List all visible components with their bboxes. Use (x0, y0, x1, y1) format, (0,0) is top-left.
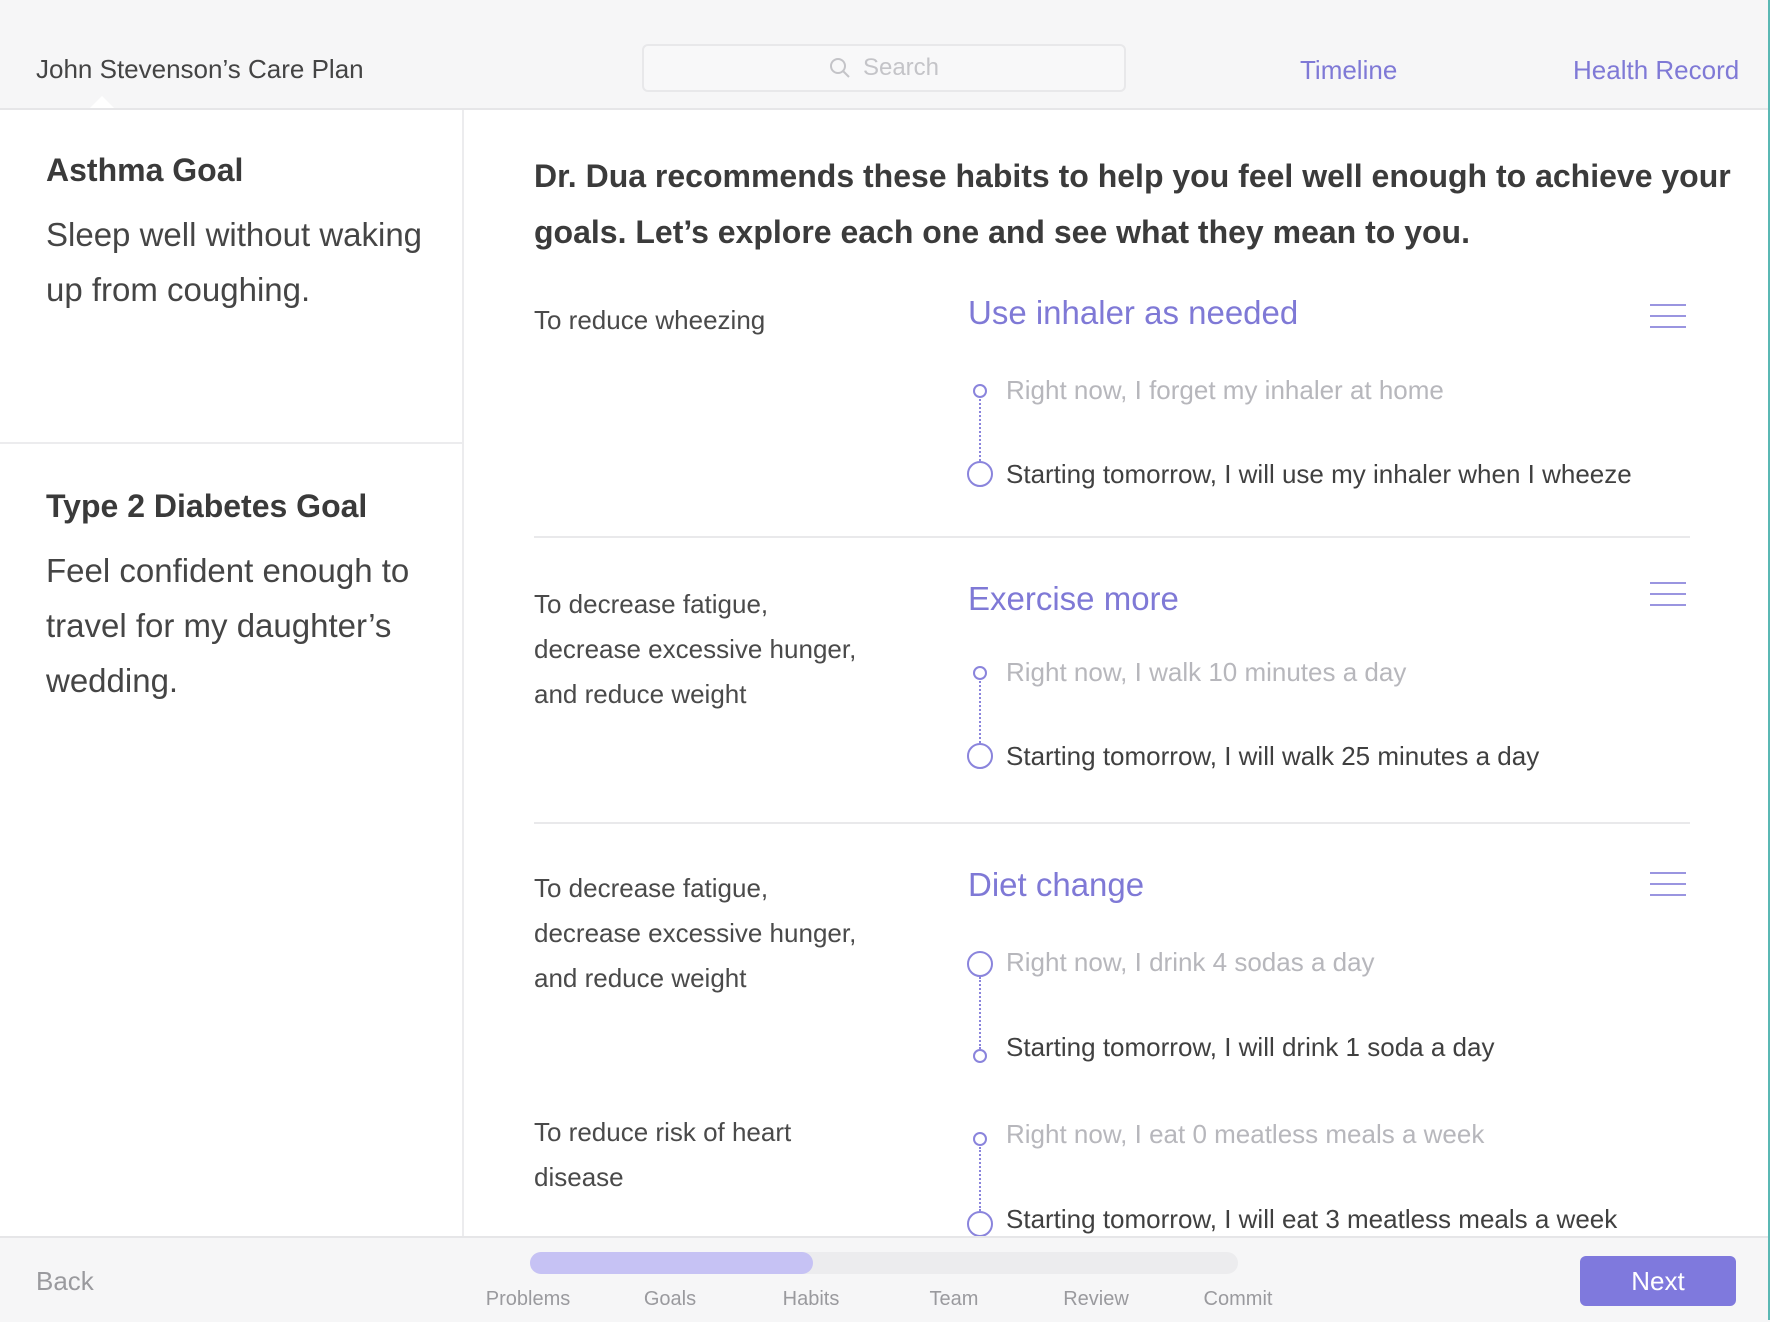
future-state-node (967, 1211, 993, 1237)
goal-description: Sleep well without waking up from coughi… (46, 216, 423, 308)
habit-current-state: Right now, I drink 4 sodas a day (1006, 947, 1375, 977)
habit-title-inhaler[interactable]: Use inhaler as needed (968, 294, 1298, 332)
timeline-connector (979, 1147, 981, 1211)
habit-title-diet[interactable]: Diet change (968, 866, 1144, 904)
drag-handle-icon[interactable] (1650, 304, 1686, 330)
habit-future-state: Starting tomorrow, I will eat 3 meatless… (1006, 1204, 1618, 1234)
habit-future-state: Starting tomorrow, I will use my inhaler… (1006, 459, 1632, 489)
future-state-node (973, 1049, 987, 1063)
habit-current-state: Right now, I forget my inhaler at home (1006, 375, 1444, 405)
timeline-connector (979, 681, 981, 743)
habit-future-state: Starting tomorrow, I will walk 25 minute… (1006, 741, 1540, 771)
row-divider (534, 536, 1690, 538)
back-button[interactable]: Back (36, 1266, 94, 1297)
sidebar-divider (0, 442, 462, 444)
habit-reason: To decrease fatigue, decrease excessive … (534, 589, 857, 709)
step-goals[interactable]: Goals (644, 1288, 696, 1311)
nav-timeline-link[interactable]: Timeline (1300, 55, 1397, 86)
intro-text: Dr. Dua recommends these habits to help … (534, 158, 1731, 250)
future-state-node (967, 743, 993, 769)
habit-future-state: Starting tomorrow, I will drink 1 soda a… (1006, 1032, 1495, 1062)
drag-handle-icon[interactable] (1650, 872, 1686, 898)
current-state-node (973, 384, 987, 398)
habit-reason: To reduce wheezing (534, 305, 766, 335)
step-commit[interactable]: Commit (1204, 1288, 1273, 1311)
habit-title-exercise[interactable]: Exercise more (968, 580, 1179, 618)
habits-panel: Dr. Dua recommends these habits to help … (464, 110, 1770, 1237)
step-habits[interactable]: Habits (783, 1288, 840, 1311)
progress-fill (530, 1252, 814, 1274)
row-divider (534, 822, 1690, 824)
search-placeholder: Search (862, 54, 940, 81)
current-state-node (967, 951, 993, 977)
goal-title: Asthma Goal (46, 152, 244, 188)
timeline-connector (979, 977, 981, 1049)
title-caret-indicator (90, 96, 114, 108)
habit-reason: To reduce risk of heart disease (534, 1117, 792, 1192)
search-icon (829, 58, 850, 78)
nav-health-record-link[interactable]: Health Record (1573, 55, 1739, 86)
step-problems[interactable]: Problems (486, 1288, 570, 1311)
goal-card-diabetes[interactable]: Type 2 Diabetes Goal Feel confident enou… (46, 488, 436, 708)
step-review[interactable]: Review (1063, 1288, 1129, 1311)
drag-handle-icon[interactable] (1650, 582, 1686, 608)
future-state-node (967, 461, 993, 487)
goals-sidebar: Asthma Goal Sleep well without waking up… (0, 110, 464, 1236)
top-bar: John Stevenson’s Care Plan Search Timeli… (0, 0, 1770, 110)
care-plan-title: John Stevenson’s Care Plan (36, 54, 364, 84)
habit-current-state: Right now, I eat 0 meatless meals a week (1006, 1119, 1485, 1149)
step-team[interactable]: Team (930, 1288, 979, 1311)
next-button[interactable]: Next (1580, 1256, 1736, 1306)
progress-bar (530, 1252, 1238, 1274)
goal-card-asthma[interactable]: Asthma Goal Sleep well without waking up… (46, 152, 426, 317)
bottom-bar: Back Problems Goals Habits Team Review C… (0, 1236, 1770, 1322)
search-input[interactable]: Search (642, 44, 1126, 92)
timeline-connector (979, 399, 981, 461)
current-state-node (973, 666, 987, 680)
habit-current-state: Right now, I walk 10 minutes a day (1006, 657, 1407, 687)
goal-title: Type 2 Diabetes Goal (46, 488, 368, 524)
current-state-node (973, 1132, 987, 1146)
habit-reason: To decrease fatigue, decrease excessive … (534, 873, 857, 993)
goal-description: Feel confident enough to travel for my d… (46, 552, 410, 699)
